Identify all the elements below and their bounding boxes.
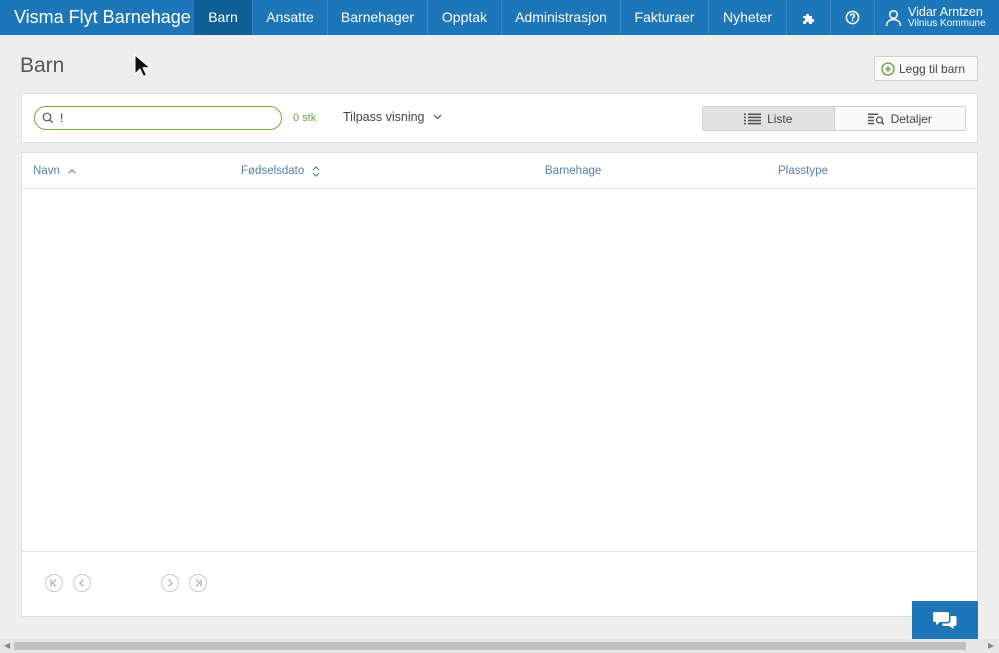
column-header-navn[interactable]: Navn <box>33 165 76 177</box>
column-label: Plasstype <box>778 165 828 177</box>
page-title: Barn <box>20 54 65 77</box>
details-view-label: Detaljer <box>890 111 932 126</box>
previous-page-button[interactable] <box>73 574 91 592</box>
chevron-right-icon <box>168 579 173 587</box>
help-icon <box>845 10 860 25</box>
table-header: Navn Fødselsdato Barnehage Plasstype <box>22 153 977 189</box>
search-icon <box>42 112 54 124</box>
puzzle-icon <box>802 13 814 24</box>
nav-item-barn[interactable]: Barn <box>193 0 252 35</box>
scroll-left-arrow-icon[interactable]: ◀ <box>4 641 10 650</box>
search-box[interactable] <box>34 106 282 130</box>
column-label: Fødselsdato <box>241 165 305 177</box>
mouse-cursor-icon <box>134 54 150 78</box>
scrollbar-thumb[interactable] <box>14 642 966 650</box>
nav-item-administrasjon[interactable]: Administrasjon <box>501 0 620 35</box>
puzzle-button[interactable] <box>786 0 830 35</box>
user-menu[interactable]: Vidar Arntzen Vilnius Kommune <box>874 0 999 35</box>
last-page-icon <box>195 579 202 587</box>
sort-ascending-icon <box>68 169 76 174</box>
sort-both-icon <box>312 165 320 177</box>
children-table: Navn Fødselsdato Barnehage Plasstype <box>21 152 978 617</box>
column-header-barnehage[interactable]: Barnehage <box>545 165 601 177</box>
view-toggle: Liste Detaljer <box>702 106 966 131</box>
help-button[interactable] <box>830 0 874 35</box>
next-page-button[interactable] <box>161 574 179 592</box>
chevron-left-icon <box>79 579 84 587</box>
top-navigation: Visma Flyt Barnehage Barn Ansatte Barneh… <box>0 0 999 35</box>
column-label: Navn <box>33 165 60 177</box>
scroll-right-arrow-icon[interactable]: ▶ <box>988 641 994 650</box>
list-view-button[interactable]: Liste <box>703 107 835 130</box>
column-label: Barnehage <box>545 165 602 177</box>
customize-view-dropdown[interactable]: Tilpass visning <box>343 110 442 124</box>
chat-icon <box>933 612 957 629</box>
chevron-down-icon <box>433 114 441 120</box>
pagination-bar <box>22 551 977 617</box>
add-child-label: Legg til barn <box>899 61 966 76</box>
list-icon <box>744 113 762 124</box>
column-header-fodselsdato[interactable]: Fødselsdato <box>241 165 320 177</box>
result-count: 0 stk <box>293 112 317 124</box>
nav-item-barnehager[interactable]: Barnehager <box>327 0 427 35</box>
first-page-button[interactable] <box>45 574 63 592</box>
first-page-icon <box>50 579 57 587</box>
add-child-button[interactable]: Legg til barn <box>874 56 978 81</box>
last-page-button[interactable] <box>189 574 207 592</box>
customize-view-label: Tilpass visning <box>343 110 425 124</box>
details-search-icon <box>867 113 885 125</box>
list-view-label: Liste <box>767 111 793 126</box>
user-icon <box>885 9 902 26</box>
chat-button[interactable] <box>912 601 978 639</box>
nav-item-ansatte[interactable]: Ansatte <box>252 0 327 35</box>
nav-item-opptak[interactable]: Opptak <box>427 0 501 35</box>
plus-circle-icon <box>881 61 895 76</box>
horizontal-scrollbar[interactable]: ◀ ▶ <box>0 639 999 653</box>
filter-toolbar: 0 stk Tilpass visning Liste <box>21 93 978 143</box>
app-brand[interactable]: Visma Flyt Barnehage <box>0 0 193 35</box>
nav-item-fakturaer[interactable]: Fakturaer <box>620 0 708 35</box>
search-input[interactable] <box>60 111 260 125</box>
column-header-plasstype[interactable]: Plasstype <box>778 165 828 177</box>
nav-item-nyheter[interactable]: Nyheter <box>708 0 786 35</box>
user-organization: Vilnius Kommune <box>908 18 986 30</box>
user-name: Vidar Arntzen <box>908 4 983 19</box>
details-view-button[interactable]: Detaljer <box>834 107 965 130</box>
